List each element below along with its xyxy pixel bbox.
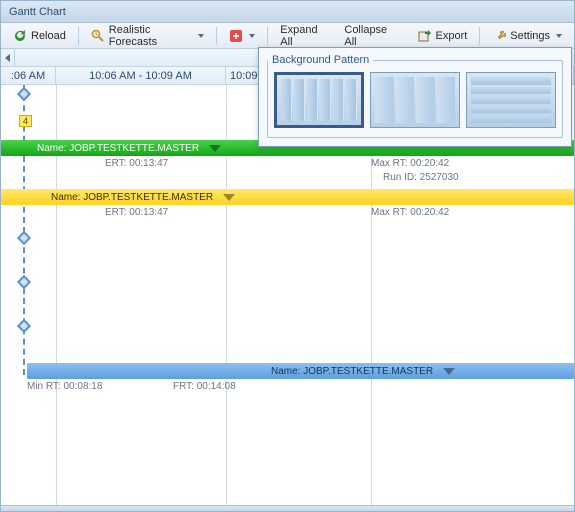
export-button[interactable]: Export — [412, 26, 474, 46]
time-col-0: :06 AM — [1, 67, 56, 84]
settings-label: Settings — [510, 30, 550, 42]
ert-text: ERT: 00:13:47 — [105, 207, 168, 218]
chevron-down-icon — [443, 368, 455, 375]
frt-text: FRT: 00:14:08 — [173, 381, 236, 392]
chevron-down-icon — [223, 194, 235, 201]
minrt-text: Min RT: 00:08:18 — [27, 381, 102, 392]
window-title: Gantt Chart — [9, 6, 66, 18]
toolbar: Reload Realistic Forecasts Expand All Co… — [1, 23, 574, 49]
gantt-chart-area[interactable]: 4 Name: JOBP.TESTKETTE.MASTER ERT: 00:13… — [1, 85, 574, 505]
expand-label: Expand All — [280, 24, 328, 48]
count-marker[interactable]: 4 — [19, 115, 32, 127]
window-titlebar: Gantt Chart — [1, 1, 574, 23]
ert-text: ERT: 00:13:47 — [105, 158, 168, 169]
pattern-option-1[interactable] — [274, 72, 364, 128]
options-icon — [229, 29, 243, 43]
bar-label: Name: JOBP.TESTKETTE.MASTER — [45, 192, 219, 203]
pattern-option-3[interactable] — [466, 72, 556, 128]
reload-button[interactable]: Reload — [7, 26, 72, 46]
reload-icon — [13, 29, 27, 43]
forecasts-button[interactable]: Realistic Forecasts — [85, 26, 211, 46]
separator — [78, 27, 79, 45]
settings-button[interactable]: Settings — [486, 26, 568, 46]
chevron-down-icon — [198, 34, 204, 38]
time-col-1: 10:06 AM - 10:09 AM — [56, 67, 226, 84]
runid-text: Run ID: 2527030 — [383, 172, 459, 183]
window-footer — [1, 505, 574, 511]
diamond-marker-icon[interactable] — [17, 275, 31, 289]
diamond-marker-icon — [17, 87, 31, 101]
bar-label: Name: JOBP.TESTKETTE.MASTER — [31, 143, 205, 154]
scroll-left-button[interactable] — [1, 49, 15, 67]
view-options-button[interactable] — [223, 26, 261, 46]
gantt-bar-blue[interactable]: Name: JOBP.TESTKETTE.MASTER — [27, 363, 574, 379]
popup-title: Background Pattern — [268, 54, 373, 66]
background-pattern-group: Background Pattern — [267, 54, 563, 138]
forecasts-label: Realistic Forecasts — [109, 24, 193, 48]
pattern-option-2[interactable] — [370, 72, 460, 128]
separator — [267, 27, 268, 45]
forecast-icon — [91, 29, 105, 43]
maxrt-text: Max RT: 00:20:42 — [371, 207, 449, 218]
collapse-all-button[interactable]: Collapse All — [338, 26, 403, 46]
bar-label: Name: JOBP.TESTKETTE.MASTER — [265, 366, 439, 377]
separator — [479, 27, 480, 45]
chevron-down-icon — [556, 34, 562, 38]
chevron-down-icon — [209, 145, 221, 152]
collapse-label: Collapse All — [344, 24, 397, 48]
settings-popup: Background Pattern — [258, 47, 572, 147]
export-icon — [418, 29, 432, 43]
diamond-marker-icon[interactable] — [17, 319, 31, 333]
diamond-marker-icon[interactable] — [17, 231, 31, 245]
separator — [216, 27, 217, 45]
gantt-bar-yellow[interactable]: Name: JOBP.TESTKETTE.MASTER — [1, 189, 574, 205]
arrow-left-icon — [5, 54, 10, 62]
export-label: Export — [436, 30, 468, 42]
chevron-down-icon — [249, 34, 255, 38]
maxrt-text: Max RT: 00:20:42 — [371, 158, 449, 169]
settings-icon — [492, 29, 506, 43]
expand-all-button[interactable]: Expand All — [274, 26, 334, 46]
reload-label: Reload — [31, 30, 66, 42]
